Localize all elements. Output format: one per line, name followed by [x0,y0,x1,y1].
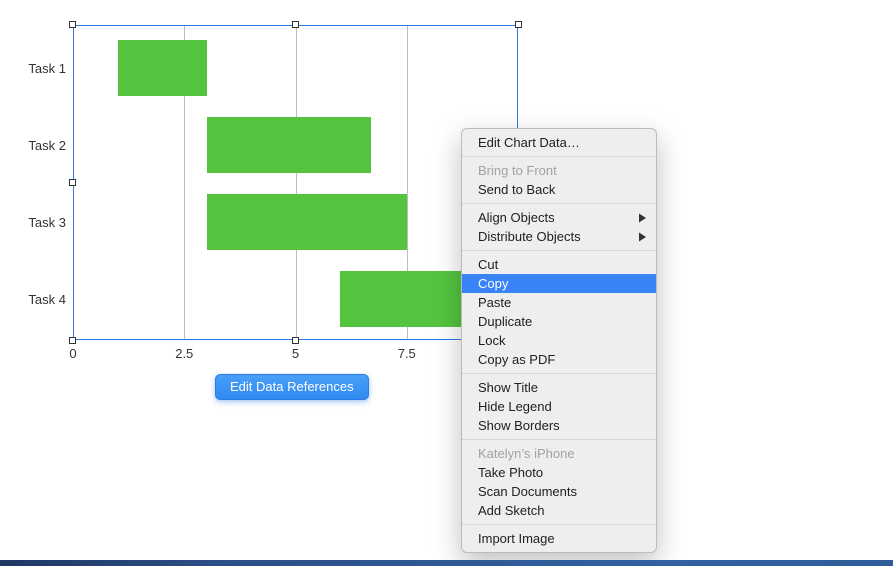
menu-item-bring-to-front: Bring to Front [462,161,656,180]
menu-item-align-objects[interactable]: Align Objects [462,208,656,227]
x-axis-tick: 0 [69,346,76,361]
submenu-chevron-icon [639,232,646,241]
menu-item-hide-legend[interactable]: Hide Legend [462,397,656,416]
chart-object[interactable]: Task 1 Task 2 Task 3 Task 4 0 2.5 5 7.5 [73,25,518,340]
menu-item-duplicate[interactable]: Duplicate [462,312,656,331]
menu-item-add-sketch[interactable]: Add Sketch [462,501,656,520]
menu-separator [462,203,656,204]
submenu-chevron-icon [639,213,646,222]
window-bottom-strip [0,560,893,566]
context-menu: Edit Chart Data… Bring to Front Send to … [461,128,657,553]
resize-handle-top-left[interactable] [69,21,76,28]
menu-separator [462,250,656,251]
menu-item-import-image[interactable]: Import Image [462,529,656,548]
x-axis-tick: 5 [292,346,299,361]
menu-item-show-borders[interactable]: Show Borders [462,416,656,435]
resize-handle-bottom-left[interactable] [69,337,76,344]
menu-item-cut[interactable]: Cut [462,255,656,274]
menu-item-take-photo[interactable]: Take Photo [462,463,656,482]
resize-handle-top-right[interactable] [515,21,522,28]
menu-item-copy-as-pdf[interactable]: Copy as PDF [462,350,656,369]
y-axis-label: Task 1 [18,61,66,76]
x-axis-tick: 2.5 [175,346,193,361]
x-axis-tick: 7.5 [398,346,416,361]
menu-item-scan-documents[interactable]: Scan Documents [462,482,656,501]
menu-separator [462,439,656,440]
menu-item-edit-chart-data[interactable]: Edit Chart Data… [462,133,656,152]
menu-separator [462,373,656,374]
resize-handle-bottom-middle[interactable] [292,337,299,344]
chart-bar-task2 [207,117,372,173]
chart-plot-area: Task 1 Task 2 Task 3 Task 4 0 2.5 5 7.5 [73,25,518,340]
menu-item-copy[interactable]: Copy [462,274,656,293]
menu-item-label: Distribute Objects [478,229,581,244]
chart-bar-task1 [118,40,207,96]
y-axis-label: Task 2 [18,138,66,153]
menu-item-show-title[interactable]: Show Title [462,378,656,397]
resize-handle-middle-left[interactable] [69,179,76,186]
y-axis-label: Task 3 [18,215,66,230]
resize-handle-top-middle[interactable] [292,21,299,28]
menu-item-distribute-objects[interactable]: Distribute Objects [462,227,656,246]
y-axis-label: Task 4 [18,292,66,307]
menu-item-label: Align Objects [478,210,555,225]
menu-item-device-header: Katelyn’s iPhone [462,444,656,463]
menu-item-lock[interactable]: Lock [462,331,656,350]
menu-separator [462,156,656,157]
edit-data-references-button[interactable]: Edit Data References [215,374,369,400]
chart-bar-task3 [207,194,407,250]
menu-separator [462,524,656,525]
menu-item-send-to-back[interactable]: Send to Back [462,180,656,199]
menu-item-paste[interactable]: Paste [462,293,656,312]
